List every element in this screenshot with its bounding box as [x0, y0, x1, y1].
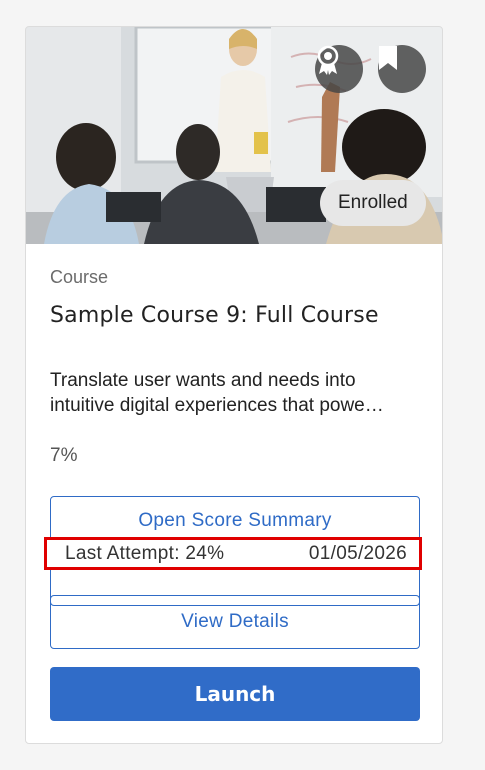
award-ribbon-icon [317, 45, 339, 75]
course-thumbnail: Enrolled [26, 27, 442, 244]
progress-percent: 7% [50, 445, 78, 466]
last-attempt-date: 01/05/2026 [308, 542, 407, 564]
content-type-label: Course [50, 267, 109, 287]
course-card: Enrolled Course Sample Course 9: Full Co… [25, 26, 443, 744]
description-line: Translate user wants and needs into [50, 370, 356, 391]
bookmark-button[interactable] [378, 45, 426, 93]
course-title: Sample Course 9: Full Course [50, 303, 379, 328]
bookmark-icon [379, 46, 397, 70]
open-score-summary-link[interactable]: Open Score Summary [51, 510, 419, 532]
award-button[interactable] [315, 45, 363, 93]
last-attempt-text: Last Attempt: 24% [65, 542, 225, 564]
description-line: intuitive digital experiences that powe… [50, 395, 384, 416]
score-summary-box: Open Score Summary Last Attempt: 24% 01/… [44, 496, 422, 606]
launch-button[interactable]: Launch [50, 667, 420, 721]
enrolled-badge: Enrolled [320, 180, 426, 226]
last-attempt-row: Last Attempt: 24% 01/05/2026 [44, 537, 422, 570]
course-description: Translate user wants and needs into intu… [50, 368, 422, 418]
view-details-button[interactable]: View Details [50, 595, 420, 649]
